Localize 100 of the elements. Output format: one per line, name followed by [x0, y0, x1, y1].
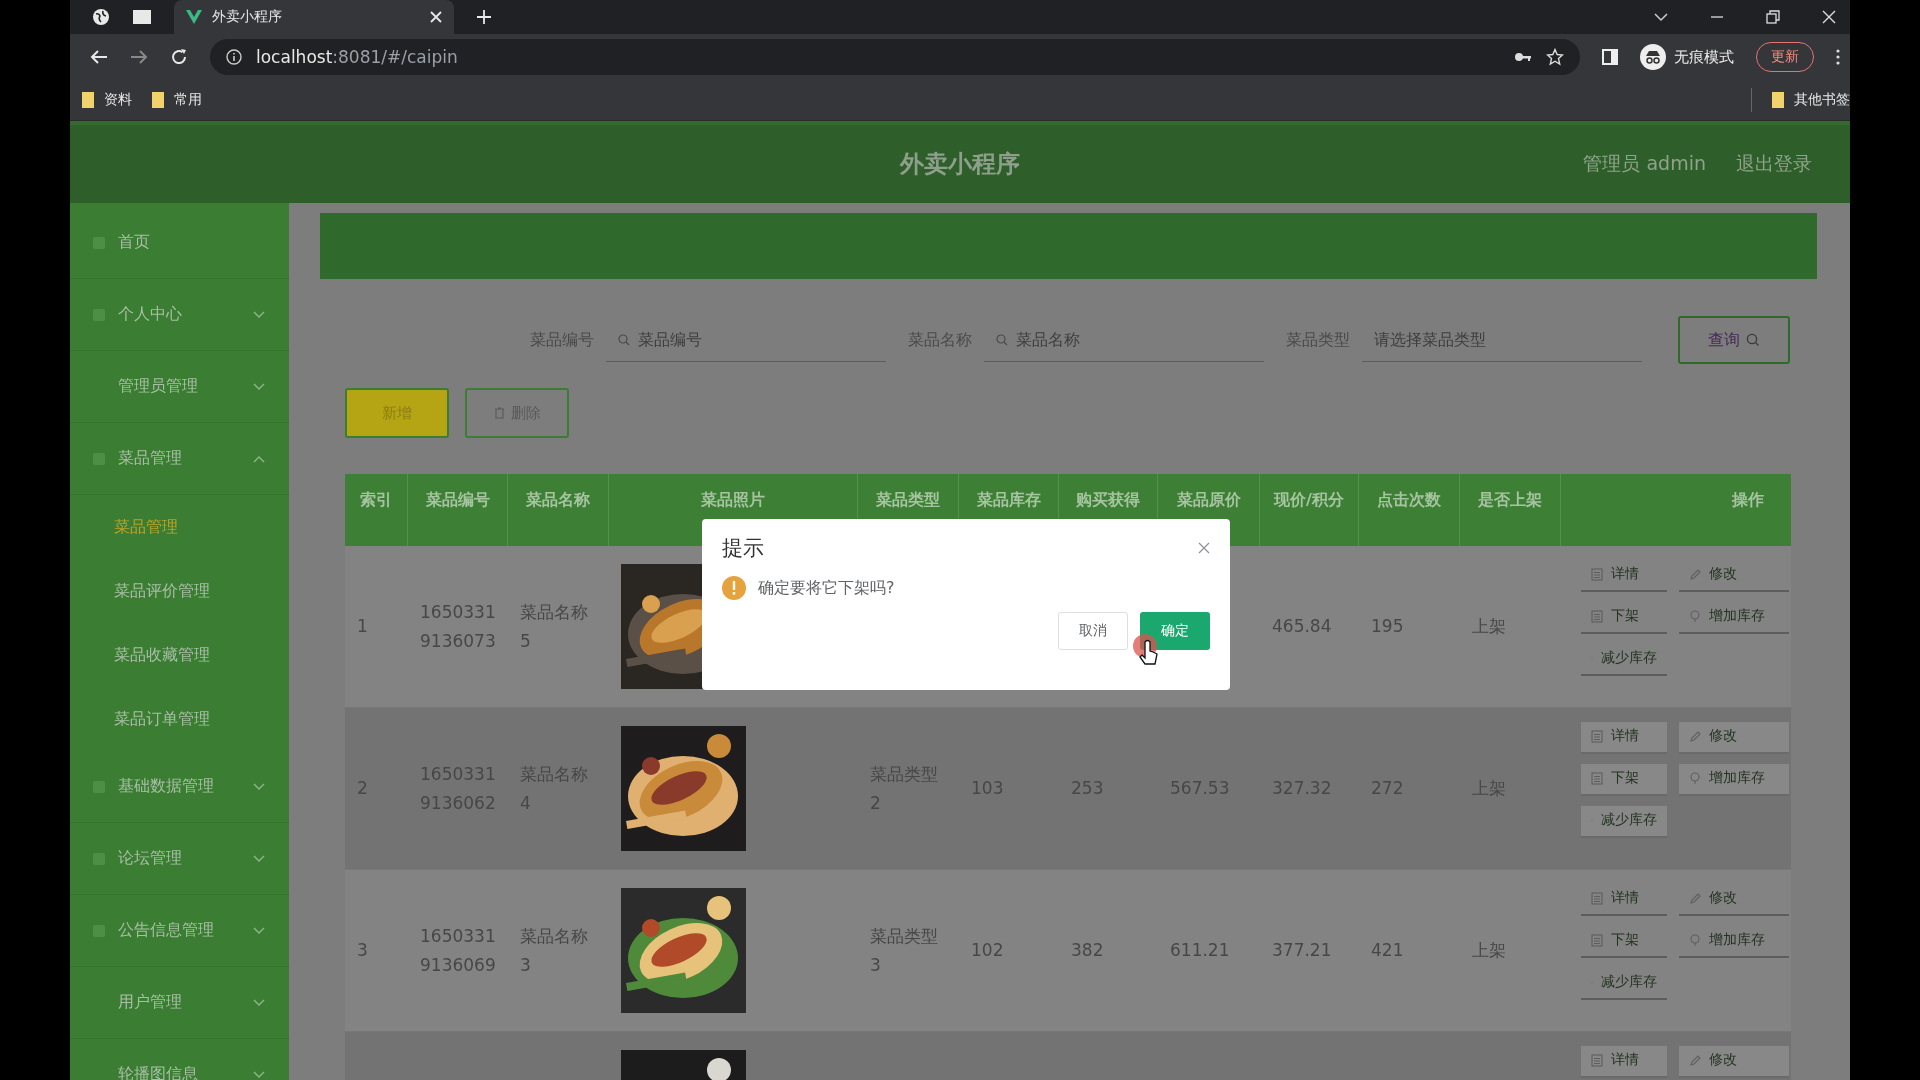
v-logo-icon — [186, 10, 202, 24]
sidebar-item[interactable]: 用户管理 — [70, 967, 289, 1039]
forward-icon[interactable] — [130, 49, 148, 65]
trash-icon — [493, 407, 505, 419]
query-button[interactable]: 查询 — [1678, 316, 1790, 364]
column-header: 操作 — [1732, 489, 1764, 511]
back-icon[interactable] — [90, 49, 108, 65]
sidebar-item[interactable]: 公告信息管理 — [70, 895, 289, 967]
column-header: 菜品库存 — [976, 489, 1041, 511]
logout-link[interactable]: 退出登录 — [1736, 151, 1812, 177]
chevron-down-icon — [253, 1070, 265, 1079]
sidebar-subitem[interactable]: 菜品收藏管理 — [70, 623, 289, 687]
bookmark-folder[interactable]: 常用 — [152, 91, 202, 109]
chevron-down-icon — [253, 926, 265, 935]
document-icon — [1591, 567, 1603, 581]
table-cell-text: 421 — [1371, 939, 1404, 962]
pencil-icon — [1689, 729, 1701, 743]
row-action-button[interactable]: 下架 — [1581, 926, 1667, 958]
confirm-button[interactable]: 确定 — [1140, 612, 1210, 650]
row-action-button[interactable]: 修改 — [1679, 560, 1789, 592]
pin-icon — [1689, 771, 1701, 785]
row-action-button[interactable]: 减少库存 — [1581, 968, 1667, 1000]
sidebar-item[interactable]: 管理员管理 — [70, 351, 289, 423]
table-cell-text: 菜品名称5 — [520, 600, 589, 653]
table-cell-text: 16503319136073 — [420, 600, 496, 653]
document-icon — [1591, 1053, 1603, 1067]
info-icon — [226, 49, 242, 65]
side-panel-icon[interactable] — [1602, 49, 1618, 65]
table-row[interactable]: 详情 修改 — [345, 1032, 1791, 1080]
row-action-button[interactable]: 详情 — [1581, 560, 1667, 592]
sidebar-item[interactable]: 菜品管理 — [70, 423, 289, 495]
row-action-button[interactable]: 详情 — [1581, 1046, 1667, 1078]
sidebar-item[interactable]: 个人中心 — [70, 279, 289, 351]
column-header: 索引 — [360, 489, 392, 511]
table-cell-text: 3 — [357, 939, 368, 962]
table-cell-text: 菜品类型3 — [870, 924, 939, 977]
table-row[interactable]: 3 16503319136069 菜品名称3 菜品类型3 102 382 611.21 377.21 421 上架 详情 修改 下架 增加库存 减少库存 — [345, 870, 1791, 1032]
table-cell-text: 16503319136069 — [420, 924, 496, 977]
row-action-button[interactable]: 增加库存 — [1679, 764, 1789, 796]
user-label: 管理员 admin — [1583, 151, 1706, 176]
browser-tab[interactable]: 外卖小程序 — [174, 0, 454, 34]
row-action-button[interactable]: 修改 — [1679, 1046, 1789, 1078]
update-button[interactable]: 更新 — [1756, 42, 1814, 72]
chevron-down-icon — [253, 782, 265, 791]
row-action-button[interactable]: 增加库存 — [1679, 926, 1789, 958]
search-field[interactable]: 菜品名称 — [984, 318, 1264, 362]
pin-icon — [1689, 609, 1701, 623]
row-action-button[interactable]: 详情 — [1581, 722, 1667, 754]
row-action-button[interactable]: 修改 — [1679, 722, 1789, 754]
table-cell-text: 102 — [971, 939, 1004, 962]
dialog-message: 确定要将它下架吗? — [758, 577, 895, 599]
star-icon[interactable] — [1546, 48, 1564, 66]
column-header: 菜品原价 — [1176, 489, 1241, 511]
table-cell-text: 382 — [1071, 939, 1104, 962]
table-cell-text: 611.21 — [1170, 939, 1230, 962]
sidebar-item[interactable]: 首页 — [70, 207, 289, 279]
table-cell-text: 上架 — [1472, 615, 1506, 638]
column-header: 菜品名称 — [526, 489, 590, 511]
pencil-icon — [1689, 891, 1701, 905]
sidebar-item[interactable]: 基础数据管理 — [70, 751, 289, 823]
row-action-button[interactable]: 下架 — [1581, 764, 1667, 796]
incognito-indicator[interactable]: 无痕模式 — [1640, 44, 1734, 70]
row-action-button[interactable]: 减少库存 — [1581, 644, 1667, 676]
sidebar-subitem[interactable]: 菜品订单管理 — [70, 687, 289, 751]
row-action-button[interactable]: 修改 — [1679, 884, 1789, 916]
table-cell-text: 195 — [1371, 615, 1404, 638]
column-header: 是否上架 — [1478, 489, 1542, 511]
bookmark-folder[interactable]: 其他书签 — [1772, 91, 1850, 109]
row-action-button[interactable]: 增加库存 — [1679, 602, 1789, 634]
select-field[interactable]: 请选择菜品类型 — [1362, 318, 1642, 362]
chevron-up-icon — [253, 454, 265, 463]
address-field[interactable]: localhost:8081/#/caipin — [210, 39, 1580, 75]
more-icon[interactable] — [1836, 49, 1840, 65]
new-tab-icon[interactable] — [476, 9, 492, 25]
table-cell-text: 上架 — [1472, 939, 1506, 962]
sidebar-item[interactable]: 论坛管理 — [70, 823, 289, 895]
search-icon — [996, 334, 1008, 346]
search-icon — [618, 334, 630, 346]
search-field[interactable]: 菜品编号 — [606, 318, 886, 362]
column-header: 购买获得 — [1076, 489, 1140, 511]
restore-icon[interactable] — [1766, 10, 1780, 24]
globe-icon[interactable] — [92, 8, 110, 26]
key-icon[interactable] — [1514, 51, 1532, 63]
folder-icon — [1772, 92, 1784, 108]
chevron-down-icon — [253, 998, 265, 1007]
sidebar-subitem[interactable]: 菜品管理 — [70, 495, 289, 559]
pencil-icon — [1689, 1053, 1701, 1067]
cancel-button[interactable]: 取消 — [1058, 612, 1128, 650]
row-action-button[interactable]: 减少库存 — [1581, 806, 1667, 838]
table-cell-text: 1 — [357, 615, 368, 638]
bookmark-folder[interactable]: 资料 — [82, 91, 132, 109]
column-header: 现价/积分 — [1274, 489, 1344, 511]
folder-icon — [152, 92, 164, 108]
document-icon — [1591, 729, 1603, 743]
reload-icon[interactable] — [170, 48, 188, 66]
window-icon[interactable] — [132, 9, 152, 25]
sidebar-subitem[interactable]: 菜品评价管理 — [70, 559, 289, 623]
row-action-button[interactable]: 详情 — [1581, 884, 1667, 916]
row-action-button[interactable]: 下架 — [1581, 602, 1667, 634]
chevron-down-icon[interactable] — [1654, 12, 1668, 22]
